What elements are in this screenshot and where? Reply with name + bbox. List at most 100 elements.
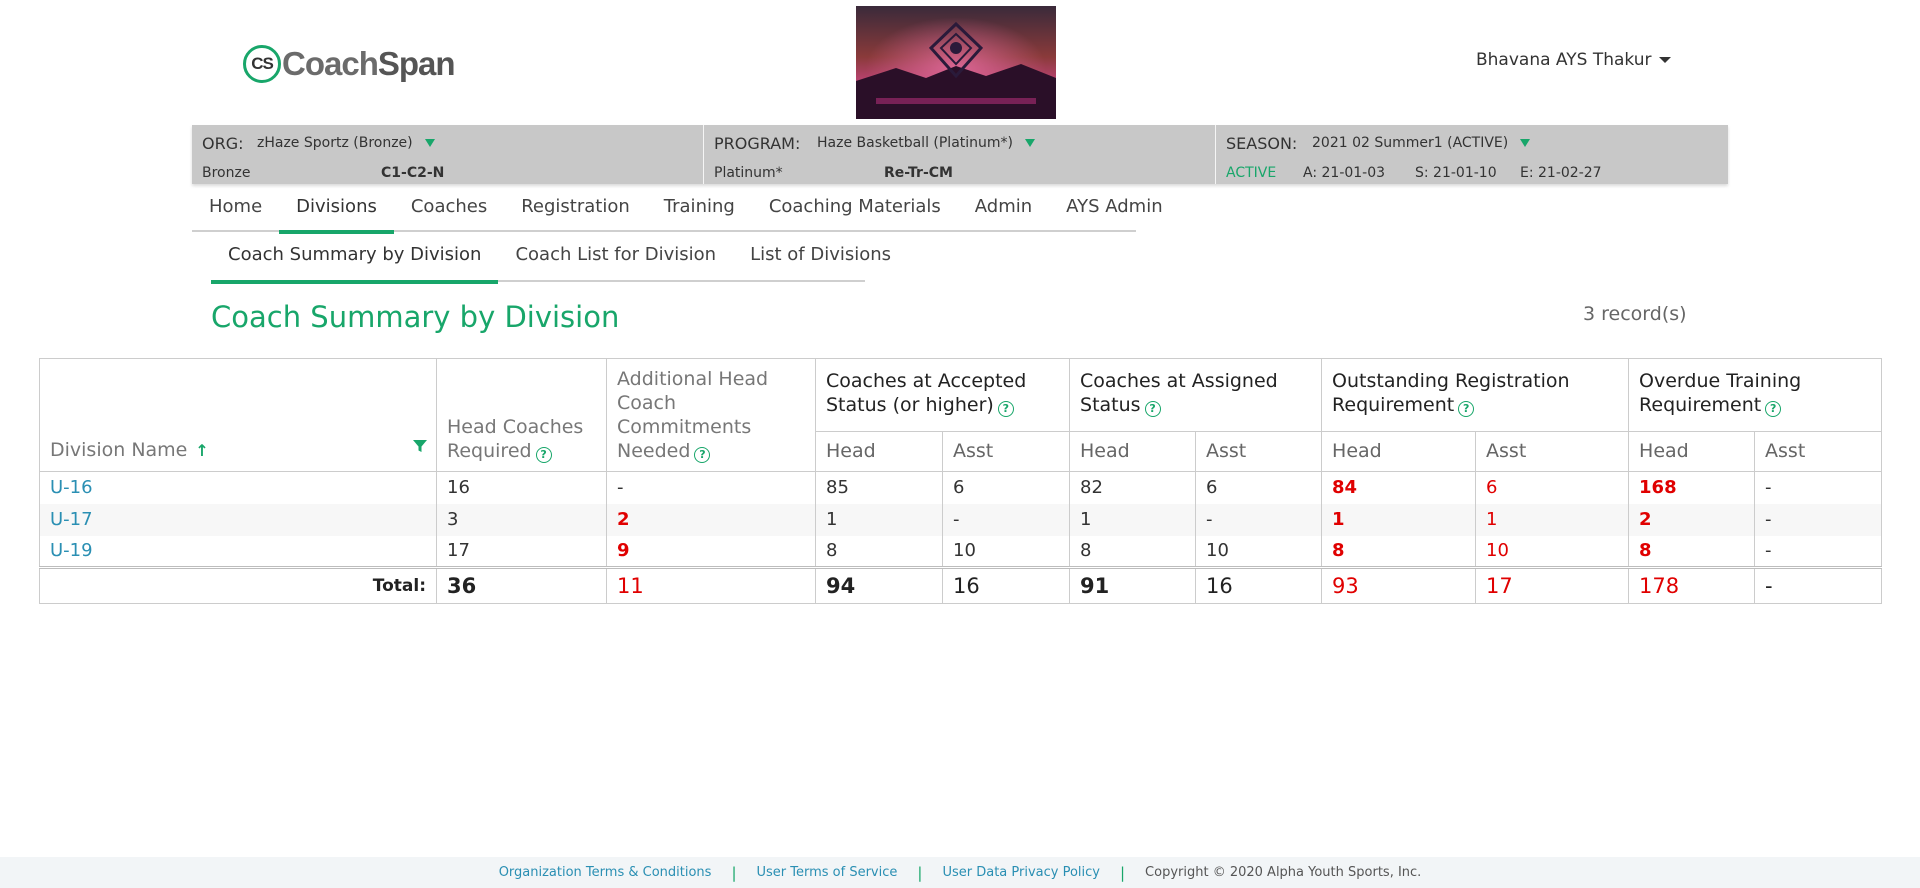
season-value[interactable]: 2021 02 Summer1 (ACTIVE)	[1312, 135, 1531, 151]
help-icon[interactable]: ?	[1765, 401, 1782, 417]
cell-ovd-asst: -	[1754, 503, 1883, 536]
help-icon[interactable]: ?	[997, 401, 1014, 417]
footer: Organization Terms & Conditions | User T…	[0, 857, 1920, 888]
tab-coach-list-for-division[interactable]: Coach List for Division	[498, 236, 733, 282]
nav-admin[interactable]: Admin	[958, 188, 1049, 232]
user-menu[interactable]: Bhavana AYS Thakur	[1476, 50, 1672, 70]
nav-registration[interactable]: Registration	[504, 188, 647, 232]
total-add-head: 11	[606, 566, 816, 604]
col-division-name[interactable]: Division Name ↑	[39, 358, 437, 472]
footer-link-org-terms[interactable]: Organization Terms & Conditions	[499, 865, 712, 880]
col-group-overdue-training: Overdue Training Requirement?	[1628, 358, 1883, 432]
season-selector[interactable]: SEASON: 2021 02 Summer1 (ACTIVE) ACTIVE …	[1216, 125, 1728, 184]
program-banner-image	[856, 6, 1056, 119]
division-link[interactable]: U-16	[39, 471, 437, 504]
totals-row: Total: 36 11 94 16 91 16 93 17 178 -	[39, 566, 1883, 604]
cell-head-req: 3	[436, 503, 607, 536]
col-head-coaches-required-label: Head Coaches Required	[447, 416, 584, 462]
cell-asg-head: 1	[1069, 503, 1197, 536]
help-icon[interactable]: ?	[1144, 401, 1161, 417]
col-outstanding-asst: Asst	[1475, 431, 1630, 472]
col-group-assigned-label: Coaches at Assigned Status	[1080, 370, 1278, 416]
program-code: Re-Tr-CM	[884, 165, 953, 181]
nav-ays-admin[interactable]: AYS Admin	[1049, 188, 1179, 232]
division-link[interactable]: U-19	[39, 535, 437, 568]
program-tier: Platinum*	[714, 165, 783, 181]
page-title: Coach Summary by Division	[211, 300, 620, 334]
cell-asg-asst: 10	[1195, 535, 1323, 568]
help-icon[interactable]: ?	[535, 447, 552, 463]
nav-home[interactable]: Home	[192, 188, 279, 232]
col-additional-head-commitments-label: Additional Head Coach Commitments Needed	[617, 368, 769, 462]
help-icon[interactable]: ?	[694, 447, 711, 463]
total-asg-head: 91	[1069, 566, 1197, 604]
logo-text-span: Span	[377, 45, 456, 82]
col-division-name-label: Division Name	[50, 439, 188, 461]
cell-acc-head: 1	[815, 503, 943, 536]
col-outstanding-head: Head	[1321, 431, 1477, 472]
footer-link-privacy[interactable]: User Data Privacy Policy	[942, 865, 1100, 880]
tab-coach-summary-by-division[interactable]: Coach Summary by Division	[211, 236, 499, 284]
table-row: U-16 16 - 85 6 82 6 84 6 168 -	[39, 471, 1883, 504]
col-group-assigned: Coaches at Assigned Status?	[1069, 358, 1323, 432]
tab-list-of-divisions[interactable]: List of Divisions	[733, 236, 908, 282]
col-additional-head-commitments: Additional Head Coach Commitments Needed…	[606, 358, 816, 472]
col-assigned-asst: Asst	[1195, 431, 1323, 472]
cell-out-asst: 1	[1475, 503, 1630, 536]
org-value[interactable]: zHaze Sportz (Bronze)	[257, 135, 435, 151]
division-link[interactable]: U-17	[39, 503, 437, 536]
col-group-accepted-label: Coaches at Accepted Status (or higher)	[826, 370, 1027, 416]
cell-acc-asst: 6	[941, 471, 1071, 504]
footer-divider: |	[1119, 863, 1126, 882]
cell-acc-asst: -	[941, 503, 1071, 536]
nav-coaching-materials[interactable]: Coaching Materials	[752, 188, 958, 232]
season-label: SEASON:	[1226, 134, 1298, 153]
dropdown-triangle-icon	[424, 139, 435, 147]
logo-text-coach: Coach	[282, 45, 379, 82]
cell-asg-asst: -	[1195, 503, 1323, 536]
dropdown-triangle-icon	[1520, 139, 1531, 147]
cell-acc-asst: 10	[941, 535, 1071, 568]
col-accepted-head: Head	[815, 431, 943, 472]
coach-summary-table: Division Name ↑ Head Coaches Required? Ad…	[39, 358, 1883, 604]
cell-acc-head: 85	[815, 471, 943, 504]
cell-add-head: 9	[606, 535, 816, 568]
cell-ovd-head: 2	[1628, 503, 1756, 536]
total-ovd-asst: -	[1754, 566, 1883, 604]
banner-graphic	[856, 6, 1056, 119]
season-status: ACTIVE	[1226, 165, 1277, 181]
cell-ovd-head: 168	[1628, 471, 1756, 504]
cell-add-head: -	[606, 471, 816, 504]
program-value[interactable]: Haze Basketball (Platinum*)	[817, 135, 1035, 151]
nav-divisions[interactable]: Divisions	[279, 188, 394, 234]
footer-link-user-terms[interactable]: User Terms of Service	[757, 865, 898, 880]
cell-ovd-asst: -	[1754, 535, 1883, 568]
nav-training[interactable]: Training	[647, 188, 752, 232]
season-start-date: S: 21-01-10	[1415, 165, 1497, 181]
cell-ovd-head: 8	[1628, 535, 1756, 568]
col-head-coaches-required: Head Coaches Required?	[436, 358, 607, 472]
program-selector[interactable]: PROGRAM: Haze Basketball (Platinum*) Pla…	[704, 125, 1216, 184]
footer-divider: |	[917, 863, 923, 882]
help-icon[interactable]: ?	[1458, 401, 1475, 417]
col-group-outstanding-registration: Outstanding Registration Requirement?	[1321, 358, 1630, 432]
org-label: ORG:	[202, 134, 244, 153]
cell-ovd-asst: -	[1754, 471, 1883, 504]
sub-nav: Coach Summary by Division Coach List for…	[211, 236, 891, 284]
cell-asg-head: 8	[1069, 535, 1197, 568]
season-end-date: E: 21-02-27	[1520, 165, 1602, 181]
nav-coaches[interactable]: Coaches	[394, 188, 504, 232]
coachspan-logo[interactable]: CS CoachSpan	[243, 42, 456, 86]
season-value-text: 2021 02 Summer1 (ACTIVE)	[1312, 135, 1509, 151]
org-selector[interactable]: ORG: zHaze Sportz (Bronze) Bronze C1-C2-…	[192, 125, 704, 184]
footer-divider: |	[731, 863, 737, 882]
primary-nav: Home Divisions Coaches Registration Trai…	[192, 188, 1163, 234]
total-out-head: 93	[1321, 566, 1477, 604]
sort-ascending-icon[interactable]: ↑	[195, 439, 208, 463]
filter-icon[interactable]	[413, 439, 427, 453]
col-overdue-head: Head	[1628, 431, 1756, 472]
table-row: U-19 17 9 8 10 8 10 8 10 8 -	[39, 535, 1883, 568]
program-value-text: Haze Basketball (Platinum*)	[817, 135, 1013, 151]
cell-out-asst: 10	[1475, 535, 1630, 568]
cell-add-head: 2	[606, 503, 816, 536]
